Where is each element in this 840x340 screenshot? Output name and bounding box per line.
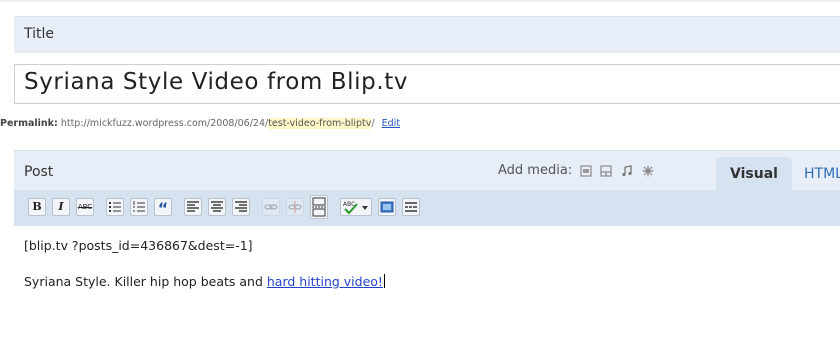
permalink-slug: test-video-from-bliptv <box>268 118 372 129</box>
kitchen-sink-icon <box>405 202 417 212</box>
align-center-icon <box>211 201 223 212</box>
ordered-list-button[interactable] <box>130 198 148 216</box>
align-center-button[interactable] <box>208 198 226 216</box>
post-editor[interactable]: [blip.tv ?posts_id=436867&dest=-1] Syria… <box>14 226 840 340</box>
media-icon[interactable] <box>642 165 654 177</box>
post-section-header: Post Add media: Visual HTML <box>14 150 840 191</box>
post-label: Post <box>24 164 54 180</box>
align-left-button[interactable] <box>184 198 202 216</box>
align-right-icon <box>235 201 247 212</box>
top-divider <box>0 0 840 2</box>
strikethrough-button[interactable]: ABC <box>76 198 94 216</box>
unordered-list-icon <box>109 202 121 212</box>
permalink-base-url: http://mickfuzz.wordpress.com/2008/06/24… <box>60 118 269 129</box>
image-icon[interactable] <box>580 165 592 177</box>
italic-button[interactable]: I <box>52 198 70 216</box>
permalink-edit-link[interactable]: Edit <box>382 118 400 129</box>
insert-more-button[interactable] <box>310 195 328 219</box>
permalink-trailing: / <box>371 118 375 129</box>
more-tag-icon <box>312 197 326 217</box>
align-right-button[interactable] <box>232 198 250 216</box>
text-caret <box>383 274 385 288</box>
unordered-list-button[interactable] <box>106 198 124 216</box>
spellcheck-icon: ABC <box>343 201 368 215</box>
ordered-list-icon <box>133 201 145 212</box>
title-value[interactable]: Syriana Style Video from Blip.tv <box>24 69 408 95</box>
spellcheck-button[interactable]: ABC <box>340 198 372 216</box>
title-section-header: Title <box>14 16 840 53</box>
align-left-icon <box>187 201 199 212</box>
insert-link-button[interactable] <box>262 198 280 216</box>
fullscreen-icon <box>380 201 394 213</box>
fullscreen-button[interactable] <box>378 198 396 216</box>
link-icon <box>264 204 278 210</box>
add-media-label: Add media: <box>498 163 573 178</box>
title-input[interactable]: Syriana Style Video from Blip.tv <box>14 64 840 104</box>
editor-toolbar: B I ABC “ ABC <box>14 190 840 226</box>
title-label: Title <box>24 26 55 42</box>
bold-button[interactable]: B <box>28 198 46 216</box>
editor-paragraph-text: Syriana Style. Killer hip hop beats and <box>24 274 267 289</box>
audio-icon[interactable] <box>621 165 633 177</box>
tab-visual-label: Visual <box>730 166 778 182</box>
editor-line-shortcode: [blip.tv ?posts_id=436867&dest=-1] <box>24 238 253 253</box>
editor-line-paragraph: Syriana Style. Killer hip hop beats and … <box>24 274 385 289</box>
tab-visual[interactable]: Visual <box>716 157 792 191</box>
editor-paragraph-link[interactable]: hard hitting video! <box>267 274 383 289</box>
unlink-icon <box>288 201 302 213</box>
blockquote-button[interactable]: “ <box>154 198 172 218</box>
video-icon[interactable] <box>600 165 612 177</box>
kitchen-sink-button[interactable] <box>402 198 420 216</box>
permalink-label: Permalink: <box>0 118 58 129</box>
tab-html[interactable]: HTML <box>804 166 840 182</box>
permalink-row: Permalink: http://mickfuzz.wordpress.com… <box>0 118 400 129</box>
unlink-button[interactable] <box>286 198 304 216</box>
